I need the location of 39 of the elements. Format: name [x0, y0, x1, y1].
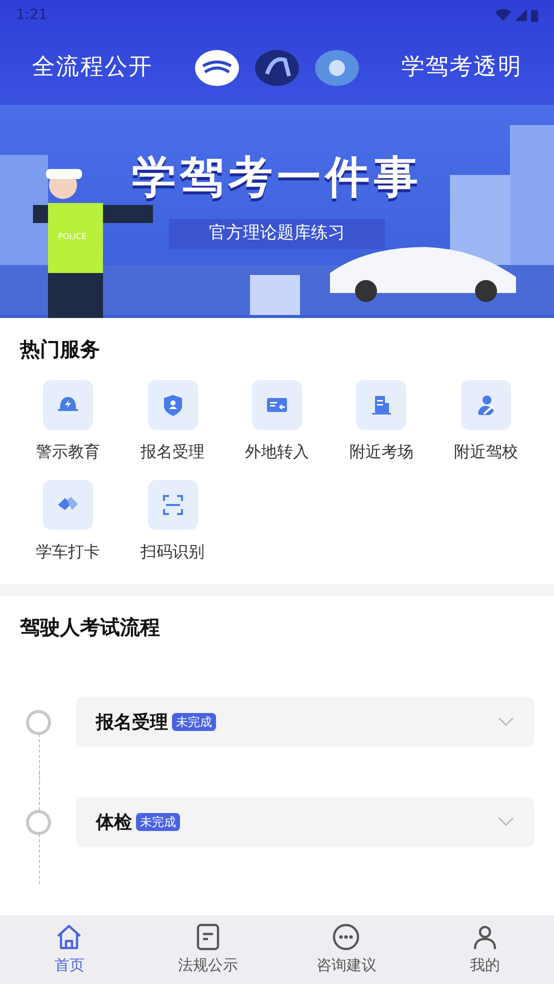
- step-card[interactable]: 体检 未完成: [76, 797, 534, 847]
- step-card[interactable]: 报名受理 未完成: [76, 697, 534, 747]
- service-label[interactable]: 警示教育: [36, 440, 100, 464]
- status-tag: 未完成: [172, 713, 216, 731]
- status-time: 1:21: [16, 6, 48, 24]
- emblem-icon: [315, 50, 359, 86]
- service-button[interactable]: [252, 380, 302, 430]
- nav-tab[interactable]: 咨询建议: [277, 922, 416, 977]
- header-slogan: 全流程公开: [32, 53, 153, 82]
- service-label[interactable]: 附近考场: [349, 440, 414, 464]
- service-label[interactable]: 附近驾校: [454, 440, 518, 464]
- header-slogan: 学驾考透明: [401, 53, 522, 82]
- wifi-icon: [495, 9, 511, 21]
- service-label[interactable]: 报名受理: [140, 440, 205, 464]
- service-label[interactable]: 学车打卡: [36, 540, 100, 564]
- nav-tab[interactable]: 法规公示: [138, 922, 277, 977]
- service-button[interactable]: [43, 480, 94, 530]
- service-button[interactable]: [356, 380, 406, 430]
- service-button[interactable]: [460, 380, 511, 430]
- service-button[interactable]: [148, 480, 198, 530]
- nav-tab[interactable]: 我的: [416, 922, 554, 977]
- chat-icon: [331, 922, 362, 952]
- vest-label: POLICE: [58, 231, 87, 243]
- status-tag: 未完成: [136, 813, 180, 831]
- service-button[interactable]: [43, 380, 94, 430]
- banner-title: 学驾考一件事: [132, 151, 422, 205]
- banner-subtitle: 官方理论题库练习: [169, 219, 385, 248]
- section-title: 热门服务: [20, 336, 101, 363]
- logo-icon: [195, 50, 239, 86]
- signal-icon: [515, 9, 527, 21]
- battery-icon: [531, 8, 538, 22]
- service-label[interactable]: 扫码识别: [140, 540, 205, 564]
- step-name: 报名受理: [96, 710, 168, 734]
- logo-icon: [255, 50, 299, 86]
- nav-tab[interactable]: 首页: [0, 922, 138, 977]
- service-button[interactable]: [148, 380, 198, 430]
- service-label[interactable]: 外地转入: [244, 440, 309, 464]
- section-title: 驾驶人考试流程: [20, 614, 161, 641]
- step-name: 体检: [96, 810, 132, 834]
